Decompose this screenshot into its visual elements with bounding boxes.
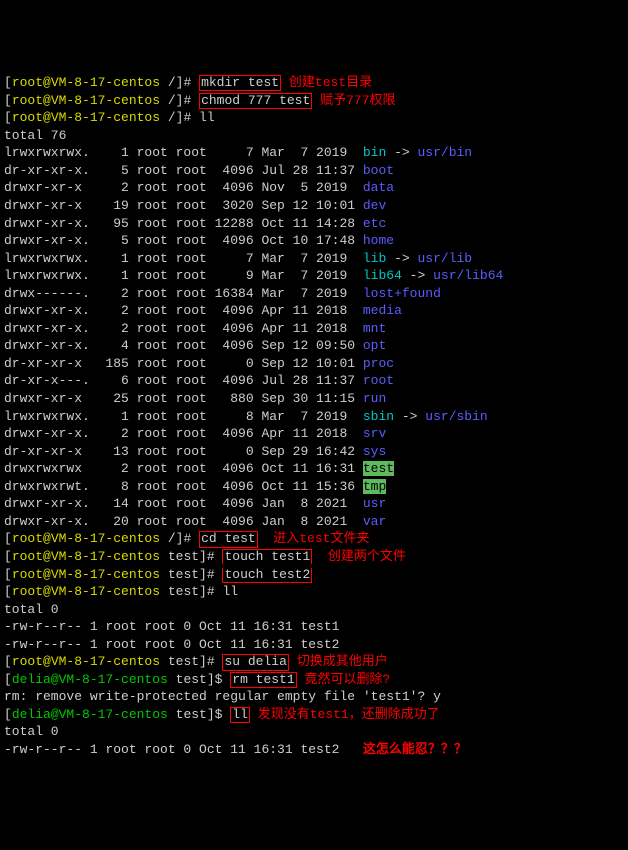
listing-row: lrwxrwxrwx. 1 root root 7 Mar 7 2019 lib… [4, 250, 624, 268]
listing-row: drwxr-xr-x. 4 root root 4096 Sep 12 09:5… [4, 337, 624, 355]
cmd-line-su: [root@VM-8-17-centos test]# su delia 切换成… [4, 653, 624, 671]
total-line: total 76 [4, 127, 624, 145]
dir-name: srv [363, 426, 386, 441]
cmd-touch2: touch test2 [222, 568, 312, 583]
dir-name: mnt [363, 321, 386, 336]
listing-row: drwxr-xr-x. 5 root root 4096 Oct 10 17:4… [4, 232, 624, 250]
dir-name: etc [363, 216, 386, 231]
rm-prompt: rm: remove write-protected regular empty… [4, 688, 624, 706]
listing-row: drwxrwxrwt. 8 root root 4096 Oct 11 15:3… [4, 478, 624, 496]
cmd-su: su delia [222, 654, 288, 670]
cmd-line-ll: [root@VM-8-17-centos /]# ll [4, 109, 624, 127]
dir-name: sys [363, 444, 386, 459]
annotation: 赋予777权限 [320, 93, 395, 108]
listing-row: drwxr-xr-x. 20 root root 4096 Jan 8 2021… [4, 513, 624, 531]
listing-row: dr-xr-xr-x 185 root root 0 Sep 12 10:01 … [4, 355, 624, 373]
annotation: 创建两个文件 [328, 549, 406, 564]
link-name: bin [363, 145, 386, 160]
dir-name: run [363, 391, 386, 406]
dir-name: opt [363, 338, 386, 353]
dir-name: media [363, 303, 402, 318]
listing-row: lrwxrwxrwx. 1 root root 7 Mar 7 2019 bin… [4, 144, 624, 162]
annotation: 竟然可以删除? [305, 672, 391, 687]
link-name: sbin [363, 409, 394, 424]
file-row-final: -rw-r--r-- 1 root root 0 Oct 11 16:31 te… [4, 741, 624, 759]
annotation-final: 这怎么能忍？？？ [363, 742, 467, 757]
listing-row: drwxr-xr-x 2 root root 4096 Nov 5 2019 d… [4, 179, 624, 197]
listing-row: drwxr-xr-x. 14 root root 4096 Jan 8 2021… [4, 495, 624, 513]
listing-row: drwxrwxrwx 2 root root 4096 Oct 11 16:31… [4, 460, 624, 478]
cmd-cd: cd test [199, 531, 258, 547]
cmd-line-chmod: [root@VM-8-17-centos /]# chmod 777 test … [4, 92, 624, 110]
listing-row: drwxr-xr-x 19 root root 3020 Sep 12 10:0… [4, 197, 624, 215]
dir-name: usr [363, 496, 386, 511]
link-name: lib64 [363, 268, 402, 283]
listing-row: dr-xr-xr-x 13 root root 0 Sep 29 16:42 s… [4, 443, 624, 461]
dir-name: home [363, 233, 394, 248]
cmd-line-rm: [delia@VM-8-17-centos test]$ rm test1 竟然… [4, 671, 624, 689]
total-line: total 0 [4, 723, 624, 741]
listing-row: lrwxrwxrwx. 1 root root 8 Mar 7 2019 sbi… [4, 408, 624, 426]
cmd-chmod: chmod 777 test [199, 93, 312, 109]
dir-name: proc [363, 356, 394, 371]
dir-name: dev [363, 198, 386, 213]
dir-name: boot [363, 163, 394, 178]
cmd-line-ll3: [delia@VM-8-17-centos test]$ ll 发现没有test… [4, 706, 624, 724]
dir-name: data [363, 180, 394, 195]
listing-row: drwxr-xr-x. 95 root root 12288 Oct 11 14… [4, 215, 624, 233]
annotation: 进入test文件夹 [273, 531, 369, 546]
listing-row: drwxr-xr-x. 2 root root 4096 Apr 11 2018… [4, 320, 624, 338]
terminal-output[interactable]: [root@VM-8-17-centos /]# mkdir test 创建te… [4, 74, 624, 758]
total-line: total 0 [4, 601, 624, 619]
listing-row: drwxr-xr-x. 2 root root 4096 Apr 11 2018… [4, 302, 624, 320]
link-name: lib [363, 251, 386, 266]
cmd-ll3: ll [230, 707, 250, 723]
cmd-line-cd: [root@VM-8-17-centos /]# cd test 进入test文… [4, 530, 624, 548]
cmd-line-touch2: [root@VM-8-17-centos test]# touch test2 [4, 566, 624, 584]
listing-row: drwx------. 2 root root 16384 Mar 7 2019… [4, 285, 624, 303]
file-row: -rw-r--r-- 1 root root 0 Oct 11 16:31 te… [4, 618, 624, 636]
dir-name: root [363, 373, 394, 388]
cmd-line-ll2: [root@VM-8-17-centos test]# ll [4, 583, 624, 601]
listing-row: drwxr-xr-x. 2 root root 4096 Apr 11 2018… [4, 425, 624, 443]
dir-name: var [363, 514, 386, 529]
cmd-line-touch1: [root@VM-8-17-centos test]# touch test1 … [4, 548, 624, 566]
listing-row: drwxr-xr-x 25 root root 880 Sep 30 11:15… [4, 390, 624, 408]
cmd-mkdir: mkdir test [199, 75, 281, 91]
annotation: 切换成其他用户 [297, 654, 388, 669]
cmd-line-mkdir: [root@VM-8-17-centos /]# mkdir test 创建te… [4, 74, 624, 92]
annotation: 创建test目录 [289, 75, 372, 90]
dir-name: test [363, 461, 394, 476]
listing-row: lrwxrwxrwx. 1 root root 9 Mar 7 2019 lib… [4, 267, 624, 285]
dir-name: tmp [363, 479, 386, 494]
listing-row: dr-xr-x---. 6 root root 4096 Jul 28 11:3… [4, 372, 624, 390]
listing-row: dr-xr-xr-x. 5 root root 4096 Jul 28 11:3… [4, 162, 624, 180]
annotation: 发现没有test1，还删除成功了 [258, 707, 440, 722]
dir-name: lost+found [363, 286, 441, 301]
cmd-touch1: touch test1 [222, 549, 312, 564]
cmd-rm: rm test1 [230, 672, 296, 688]
file-row: -rw-r--r-- 1 root root 0 Oct 11 16:31 te… [4, 636, 624, 654]
